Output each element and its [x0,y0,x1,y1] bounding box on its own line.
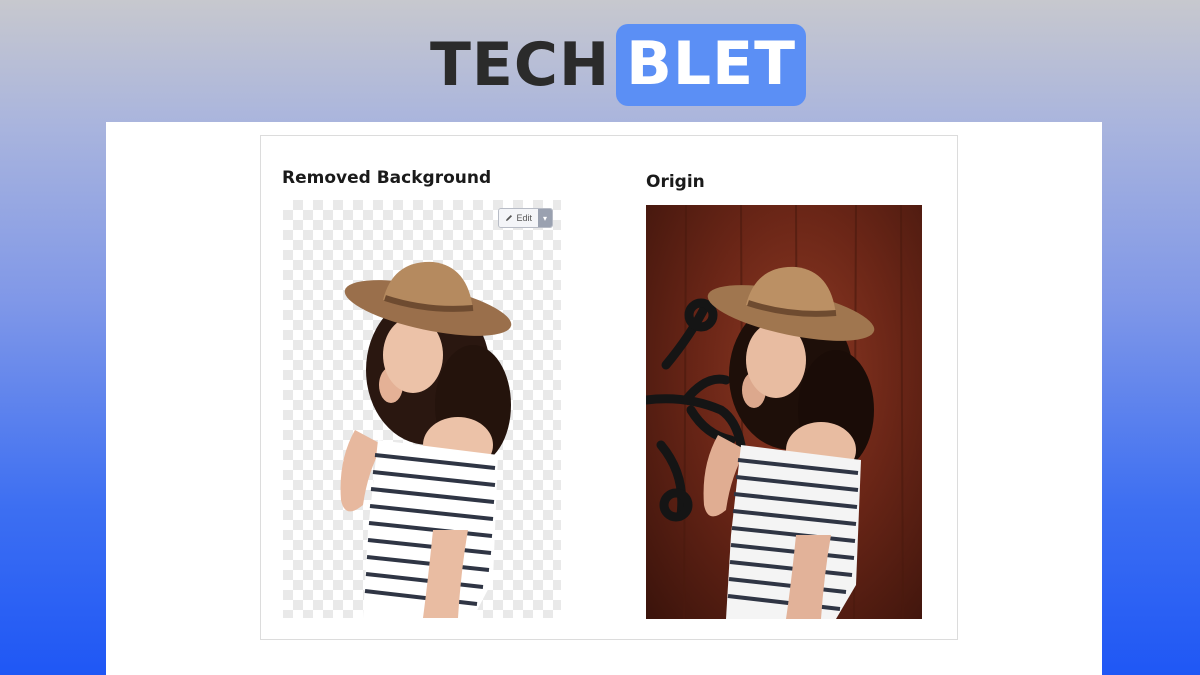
edit-button[interactable]: Edit ▾ [498,208,553,228]
origin-title: Origin [646,172,705,192]
logo-text-tech: TECH [430,30,611,100]
pencil-icon [506,215,513,221]
logo-text-blet: BLET [616,24,807,106]
original-photo [646,205,904,619]
origin-card: Origin [585,135,958,640]
site-logo: TECH BLET [430,22,807,108]
origin-image[interactable] [646,205,922,619]
removed-background-image[interactable]: Edit ▾ [283,200,561,618]
edit-label: Edit [516,213,532,223]
subject-cutout [340,261,512,618]
edit-button-main[interactable]: Edit [499,209,538,227]
removed-background-title: Removed Background [282,168,492,188]
caret-down-icon[interactable]: ▾ [538,209,552,227]
content-panel: Removed Background Edit ▾ Origin [106,122,1102,675]
removed-background-card: Removed Background Edit ▾ [260,135,587,640]
